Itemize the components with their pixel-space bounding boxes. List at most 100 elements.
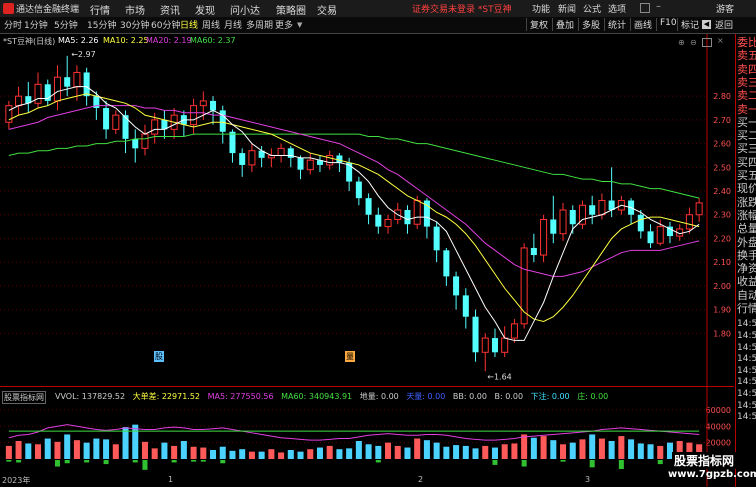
- zoom-out-icon[interactable]: ⊖: [690, 38, 697, 47]
- period-30min[interactable]: 30分钟: [120, 18, 149, 31]
- volume-bar: [569, 442, 576, 459]
- volume-bar: [25, 443, 32, 459]
- tool-restore-rights[interactable]: 复权: [526, 18, 551, 31]
- menu-formula[interactable]: 公式: [583, 2, 601, 15]
- period-1min[interactable]: 1分钟: [24, 18, 48, 31]
- price-tick-label: 2.00: [713, 282, 731, 291]
- candle-body: [695, 202, 703, 216]
- candle-body: [569, 210, 576, 225]
- watermark-title: 股票指标网: [672, 452, 737, 469]
- volume-bar: [618, 436, 625, 459]
- volume-bar: [501, 444, 508, 459]
- volume-bar: [404, 447, 411, 459]
- volume-tick-label: 20000: [706, 439, 731, 448]
- volume-bar: [248, 451, 255, 459]
- window-icon[interactable]: [702, 38, 712, 47]
- panel-label: 净资: [737, 262, 756, 276]
- menu-trade[interactable]: 交易: [317, 2, 337, 17]
- volume-bar: [93, 438, 100, 459]
- volume-bar: [365, 444, 372, 459]
- guest-account[interactable]: 游客: [716, 2, 734, 15]
- date-label-mar: 3: [585, 475, 591, 484]
- screen-icon[interactable]: [640, 3, 650, 13]
- panel-label: 买二: [737, 129, 756, 143]
- app-logo-icon: [3, 3, 14, 14]
- period-more[interactable]: 更多: [275, 18, 293, 31]
- chart-close-icon[interactable]: ×: [717, 36, 724, 45]
- volume-bar: [112, 444, 119, 459]
- period-intraday[interactable]: 分时: [4, 18, 22, 31]
- volume-down-bar: [142, 460, 148, 470]
- back-arrow-icon[interactable]: ◀: [702, 20, 711, 29]
- candle-body: [141, 133, 149, 149]
- volume-bar: [482, 445, 489, 459]
- volume-bar: [83, 442, 90, 459]
- menu-quotes[interactable]: 行情: [90, 2, 110, 17]
- menu-discover[interactable]: 发现: [195, 2, 215, 17]
- tool-draw-line[interactable]: 画线: [630, 18, 655, 31]
- more-chevron-icon[interactable]: ▼: [297, 21, 302, 29]
- menu-market[interactable]: 市场: [125, 2, 145, 17]
- volume-down-bar: [589, 460, 595, 468]
- legend-high-volume: 天量: 0.00: [406, 392, 446, 401]
- period-15min[interactable]: 15分钟: [87, 18, 116, 31]
- period-60min[interactable]: 60分钟: [151, 18, 180, 31]
- period-daily[interactable]: 日线: [180, 18, 198, 31]
- tool-statistics[interactable]: 统计: [604, 18, 629, 31]
- marker-volume: 量: [345, 351, 355, 362]
- candle-body: [365, 198, 372, 215]
- volume-bar: [5, 445, 12, 459]
- volume-bar: [132, 424, 139, 459]
- zoom-in-icon[interactable]: ⊕: [678, 38, 685, 47]
- minimize-icon[interactable]: –: [656, 1, 661, 12]
- indicator-legend: VVOL: 137829.52 大单差: 22971.52 MA5: 27755…: [55, 391, 613, 402]
- volume-bar: [443, 446, 450, 459]
- price-tick-label: 1.80: [713, 329, 731, 338]
- volume-down-bar: [521, 460, 527, 467]
- volume-down-bar: [220, 460, 226, 464]
- volume-bar: [414, 438, 421, 459]
- volume-down-bar: [84, 460, 90, 463]
- period-5min[interactable]: 5分钟: [54, 18, 78, 31]
- price-tick-label: 2.10: [713, 258, 731, 267]
- tool-overlay[interactable]: 叠加: [552, 18, 577, 31]
- menu-news[interactable]: 资讯: [160, 2, 180, 17]
- tool-mark[interactable]: 标记: [677, 18, 702, 31]
- panel-label: 买五: [737, 169, 756, 182]
- volume-bar: [657, 445, 664, 459]
- tool-back[interactable]: 返回: [712, 18, 736, 31]
- legend-vvol: VVOL: 137829.52: [55, 392, 126, 401]
- price-tick-label: 2.50: [713, 163, 731, 172]
- menu-news-right[interactable]: 新闻: [558, 2, 576, 15]
- period-multi[interactable]: 多周期: [246, 18, 273, 31]
- indicator-title[interactable]: 股票指标网: [2, 391, 46, 404]
- candle-body: [83, 72, 90, 97]
- volume-bar: [229, 450, 236, 459]
- menu-function[interactable]: 功能: [532, 2, 550, 15]
- volume-bar: [453, 445, 460, 459]
- volume-bar: [472, 448, 479, 459]
- volume-down-bar: [618, 460, 624, 469]
- period-weekly[interactable]: 周线: [202, 18, 220, 31]
- volume-bar: [171, 445, 178, 459]
- tool-multi-stock[interactable]: 多股: [578, 18, 603, 31]
- volume-bar: [287, 450, 294, 459]
- indicator-chart-area[interactable]: 60000 40000 20000 股票指标网 VVOL: 137829.52 大单…: [0, 387, 734, 487]
- volume-bar: [44, 438, 51, 459]
- candle-body: [413, 200, 421, 225]
- menu-options[interactable]: 选项: [608, 2, 626, 15]
- panel-label: 买三: [737, 142, 756, 156]
- period-monthly[interactable]: 月线: [224, 18, 242, 31]
- candle-body: [132, 138, 139, 149]
- menu-ask[interactable]: 问小达: [230, 2, 260, 17]
- main-chart-area[interactable]: 2.80 2.70 2.60 2.50 2.40 2.30 2.20 2.10 2.00 1.90…: [0, 34, 734, 387]
- candle-body: [462, 295, 469, 317]
- candle-body: [443, 250, 450, 277]
- candle-body: [15, 95, 23, 107]
- panel-label: 卖三: [737, 75, 756, 89]
- volume-down-bar: [171, 460, 177, 463]
- legend-low-volume: 地量: 0.00: [359, 392, 399, 401]
- menu-strategy[interactable]: 策略圈: [276, 2, 306, 17]
- volume-bar: [103, 439, 110, 459]
- panel-label: 涨幅: [737, 208, 756, 222]
